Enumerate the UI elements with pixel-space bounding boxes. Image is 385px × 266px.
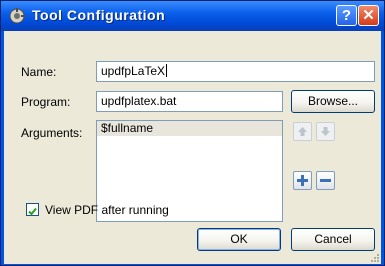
tool-configuration-dialog: Tool Configuration ? ✕ Name: updfpLaTeX … — [0, 0, 385, 266]
ok-button[interactable]: OK — [197, 228, 281, 251]
close-button[interactable]: ✕ — [358, 5, 379, 26]
arrow-up-icon — [298, 127, 307, 136]
plus-icon — [297, 175, 308, 186]
name-field[interactable]: updfpLaTeX — [96, 61, 375, 82]
arguments-label: Arguments: — [21, 126, 83, 140]
checkmark-icon — [28, 207, 37, 216]
program-field[interactable]: updfplatex.bat — [96, 91, 283, 112]
dialog-body: Name: updfpLaTeX Program: updfplatex.bat… — [4, 31, 381, 264]
resize-grip-icon[interactable] — [369, 252, 379, 262]
window-title: Tool Configuration — [32, 7, 166, 23]
browse-button[interactable]: Browse... — [291, 90, 375, 113]
minus-icon — [320, 179, 331, 182]
text-caret — [166, 64, 168, 77]
move-down-button[interactable] — [316, 122, 335, 141]
cancel-button[interactable]: Cancel — [291, 228, 375, 251]
view-pdf-checkbox[interactable] — [26, 203, 39, 216]
program-label: Program: — [21, 95, 71, 109]
name-label: Name: — [21, 65, 57, 79]
help-button[interactable]: ? — [336, 5, 357, 26]
name-value: updfpLaTeX — [101, 64, 166, 78]
remove-argument-button[interactable] — [316, 171, 335, 190]
list-item[interactable]: $fullname — [97, 121, 282, 136]
view-pdf-label: View PDF after running — [45, 203, 169, 217]
move-up-button[interactable] — [293, 122, 312, 141]
title-bar[interactable]: Tool Configuration ? ✕ — [1, 1, 384, 31]
tool-icon — [9, 8, 25, 24]
arrow-down-icon — [321, 127, 330, 136]
add-argument-button[interactable] — [293, 171, 312, 190]
